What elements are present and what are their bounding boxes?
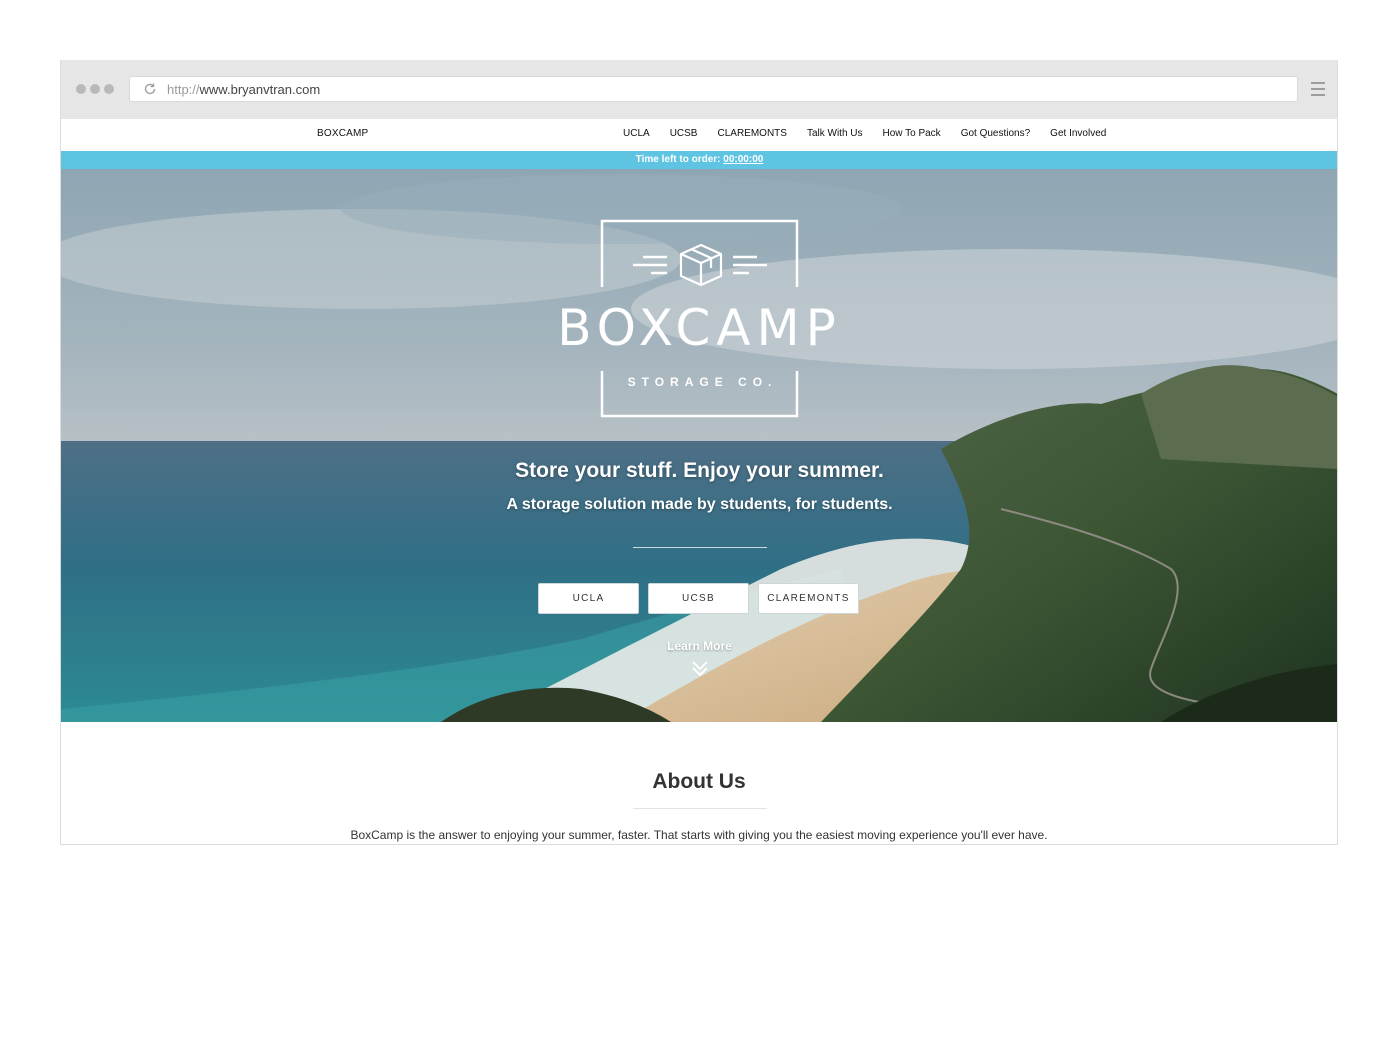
hero-section: BOXCAMP STORAGE CO. Store your stuff. En…	[61, 169, 1337, 722]
nav-link-talk-with-us[interactable]: Talk With Us	[807, 128, 863, 139]
browser-window: http://www.bryanvtran.com BOXCAMP UCLA U…	[60, 60, 1338, 845]
timer-countdown[interactable]: 00:00:00	[723, 154, 763, 165]
hero-divider	[633, 547, 767, 548]
nav-links: UCLA UCSB CLAREMONTS Talk With Us How To…	[623, 128, 1126, 139]
nav-link-got-questions[interactable]: Got Questions?	[961, 128, 1030, 139]
campus-buttons: UCLA UCSB CLAREMONTS	[538, 583, 859, 614]
about-divider	[633, 808, 767, 809]
nav-link-ucsb[interactable]: UCSB	[670, 128, 698, 139]
nav-link-how-to-pack[interactable]: How To Pack	[883, 128, 941, 139]
url-protocol: http://	[167, 82, 200, 97]
hero-tagline: Store your stuff. Enjoy your summer.	[515, 459, 884, 482]
order-timer-banner: Time left to order: 00:00:00	[61, 151, 1337, 169]
hero-subtagline: A storage solution made by students, for…	[506, 496, 893, 513]
browser-toolbar: http://www.bryanvtran.com	[61, 60, 1337, 118]
learn-more-link[interactable]: Learn More	[61, 639, 1337, 653]
about-text: BoxCamp is the answer to enjoying your s…	[350, 828, 1048, 842]
about-section: About Us BoxCamp is the answer to enjoyi…	[61, 722, 1337, 844]
url-host: www.bryanvtran.com	[199, 82, 321, 97]
ucla-button[interactable]: UCLA	[538, 583, 639, 614]
address-bar[interactable]: http://www.bryanvtran.com	[129, 76, 1298, 102]
ucsb-button[interactable]: UCSB	[648, 583, 749, 614]
hamburger-menu-icon[interactable]	[1311, 82, 1325, 96]
window-dot[interactable]	[90, 84, 100, 94]
window-dot[interactable]	[76, 84, 86, 94]
double-chevron-down-icon[interactable]	[690, 659, 710, 677]
site-nav: BOXCAMP UCLA UCSB CLAREMONTS Talk With U…	[61, 118, 1337, 151]
reload-icon[interactable]	[143, 82, 157, 96]
nav-brand[interactable]: BOXCAMP	[317, 128, 368, 139]
about-heading: About Us	[652, 770, 746, 793]
nav-link-ucla[interactable]: UCLA	[623, 128, 650, 139]
url-text[interactable]: http://www.bryanvtran.com	[167, 82, 320, 97]
claremonts-button[interactable]: CLAREMONTS	[758, 583, 859, 614]
timer-label: Time left to order:	[635, 154, 721, 165]
nav-link-get-involved[interactable]: Get Involved	[1050, 128, 1106, 139]
nav-link-claremonts[interactable]: CLAREMONTS	[717, 128, 786, 139]
window-dot[interactable]	[104, 84, 114, 94]
